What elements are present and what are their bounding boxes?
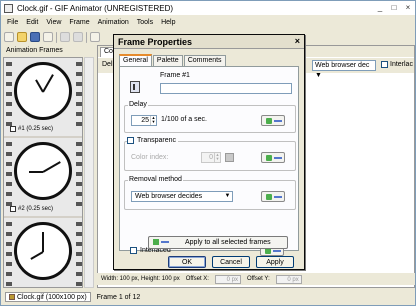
removal-group-label: Removal method — [128, 176, 183, 183]
clock-image — [14, 62, 72, 120]
clock-image — [14, 222, 72, 280]
title-bar: Clock.gif - GIF Animator (UNREGISTERED) … — [1, 1, 415, 15]
color-index-stepper[interactable]: 0 ▲ ▼ — [201, 152, 221, 163]
frame-status: Frame 1 of 12 — [96, 293, 141, 301]
close-button[interactable]: × — [403, 3, 413, 12]
apply-removal-button[interactable] — [261, 191, 285, 202]
tab-comments[interactable]: Comments — [183, 55, 226, 66]
chevron-down-icon: ▼ — [224, 193, 231, 199]
undo-icon[interactable] — [60, 32, 70, 42]
menu-edit[interactable]: Edit — [26, 19, 38, 26]
transparency-group: Transparenc Color index: 0 ▲ ▼ — [124, 137, 296, 171]
removal-method-select[interactable]: Web browser decides ▼ — [131, 191, 233, 202]
spin-arrows-icon[interactable]: ▲ ▼ — [214, 153, 220, 162]
dialog-tabs: General Palette Comments — [119, 54, 227, 66]
cut-icon[interactable] — [90, 32, 100, 42]
transparency-toggle[interactable]: Transparenc — [127, 137, 179, 144]
frame-label: Frame #1 — [160, 72, 190, 79]
offset-y-label: Offset Y: — [246, 276, 270, 282]
app-window: Clock.gif - GIF Animator (UNREGISTERED) … — [0, 0, 416, 306]
frame-select-checkbox[interactable] — [10, 206, 16, 212]
menu-tools[interactable]: Tools — [137, 19, 153, 26]
image-info-bar: Width: 100 px, Height: 100 px Offset X: … — [97, 273, 415, 285]
general-panel: Frame #1 Delay 25 ▲ ▼ 1/100 of a sec. Tra… — [119, 66, 299, 256]
interlace-toggle[interactable]: Interlac — [381, 61, 413, 68]
menu-view[interactable]: View — [46, 19, 61, 26]
ok-button[interactable]: OK — [168, 256, 206, 268]
offset-y-field[interactable]: 0 px — [275, 274, 302, 284]
minimize-button[interactable]: _ — [375, 3, 385, 12]
status-bar: Clock.gif (100x100 px) Frame 1 of 12 — [1, 291, 415, 303]
menu-animation[interactable]: Animation — [98, 19, 129, 26]
toolbar-separator — [86, 31, 87, 43]
tab-palette[interactable]: Palette — [152, 55, 183, 66]
window-controls: _ □ × — [375, 3, 413, 12]
interlaced-checkbox[interactable] — [130, 247, 137, 254]
menu-help[interactable]: Help — [161, 19, 175, 26]
cancel-button[interactable]: Cancel — [212, 256, 250, 268]
gif-file-icon — [9, 294, 15, 300]
menu-bar: File Edit View Frame Animation Tools Hel… — [1, 16, 415, 29]
color-index-label: Color index: — [131, 154, 169, 161]
clock-image — [14, 142, 72, 200]
dialog-title-bar: Frame Properties × — [114, 35, 304, 49]
delay-unit: 1/100 of a sec. — [161, 116, 207, 123]
frame-caption: #2 (0.25 sec) — [10, 206, 53, 212]
apply-button[interactable]: Apply — [256, 256, 294, 268]
color-swatch[interactable] — [225, 153, 234, 162]
offset-x-label: Offset X: — [185, 276, 209, 282]
apply-to-all-button[interactable]: Apply to all selected frames — [148, 236, 288, 249]
frame-select-checkbox[interactable] — [10, 126, 16, 132]
offset-x-field[interactable]: 0 px — [214, 274, 241, 284]
new-file-icon[interactable] — [4, 32, 14, 42]
frame-thumbnail[interactable]: #1 (0.25 sec) — [4, 58, 82, 136]
close-icon[interactable]: × — [295, 36, 300, 46]
apply-icon — [153, 238, 173, 247]
image-size: Width: 100 px, Height: 100 px — [101, 276, 180, 282]
frame-title-input[interactable] — [160, 83, 292, 94]
dialog-title: Frame Properties — [118, 37, 193, 47]
frame-caption: #1 (0.25 sec) — [10, 126, 53, 132]
spin-arrows-icon[interactable]: ▲ ▼ — [150, 116, 156, 125]
file-tab[interactable]: Clock.gif (100x100 px) — [5, 292, 91, 302]
removal-select[interactable]: Web browser dec ▼ — [312, 60, 376, 79]
removal-group: Removal method Web browser decides ▼ — [124, 176, 296, 210]
toolbar-separator — [56, 31, 57, 43]
open-folder-icon[interactable] — [17, 32, 27, 42]
frame-thumbnail[interactable] — [4, 218, 82, 287]
apply-transparency-button[interactable] — [261, 152, 285, 163]
menu-frame[interactable]: Frame — [69, 19, 89, 26]
save-icon[interactable] — [30, 32, 40, 42]
chevron-down-icon: ▼ — [315, 72, 322, 79]
frame-icon — [130, 81, 140, 93]
transparency-checkbox[interactable] — [127, 137, 134, 144]
maximize-button[interactable]: □ — [389, 3, 399, 12]
frames-scrollbar[interactable] — [84, 57, 94, 288]
delay-label: Del — [102, 61, 113, 68]
frames-panel-header: Animation Frames — [3, 45, 97, 56]
frames-panel: #1 (0.25 sec) #2 (0.25 sec) — [3, 57, 83, 288]
frame-properties-dialog: Frame Properties × General Palette Comme… — [113, 34, 305, 270]
apply-delay-button[interactable] — [261, 115, 285, 126]
frame-thumbnail[interactable]: #2 (0.25 sec) — [4, 138, 82, 216]
delay-stepper[interactable]: 25 ▲ ▼ — [131, 115, 157, 126]
app-icon — [4, 3, 13, 13]
window-title: Clock.gif - GIF Animator (UNREGISTERED) — [17, 3, 174, 13]
menu-file[interactable]: File — [7, 19, 18, 26]
delay-group: Delay 25 ▲ ▼ 1/100 of a sec. — [124, 101, 296, 133]
save-as-icon[interactable] — [43, 32, 53, 42]
redo-icon[interactable] — [73, 32, 83, 42]
interlace-checkbox[interactable] — [381, 61, 388, 68]
delay-group-label: Delay — [128, 101, 148, 108]
tab-general[interactable]: General — [119, 54, 152, 66]
